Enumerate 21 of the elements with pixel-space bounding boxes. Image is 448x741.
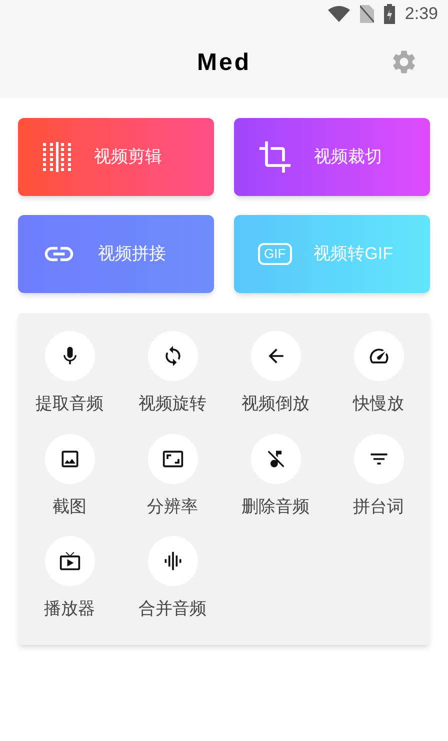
battery-icon [384,4,395,24]
crop-icon [258,140,292,174]
wifi-icon [328,6,350,22]
app-title: Med [197,48,251,78]
tool-button[interactable]: 分辨率 [121,434,224,519]
status-time: 2:39 [404,3,438,26]
no-sim-icon [360,5,374,23]
tool-button[interactable]: 合并音频 [121,536,224,622]
split-icon [42,142,72,172]
gif-icon: GIF [258,243,292,265]
tool-button[interactable]: 快慢放 [327,331,430,416]
feature-card[interactable]: 视频裁切 [234,118,430,196]
tool-button[interactable]: 播放器 [18,536,121,622]
tv-play-icon [58,550,80,572]
tool-button[interactable]: 视频旋转 [121,331,224,416]
settings-button[interactable] [390,48,418,76]
tool-button[interactable]: 提取音频 [18,331,121,416]
tool-button[interactable]: 视频倒放 [224,331,327,416]
tool-button[interactable]: 删除音频 [224,434,327,519]
tool-button[interactable]: 截图 [18,434,121,519]
tool-button[interactable]: 拼台词 [327,434,430,519]
